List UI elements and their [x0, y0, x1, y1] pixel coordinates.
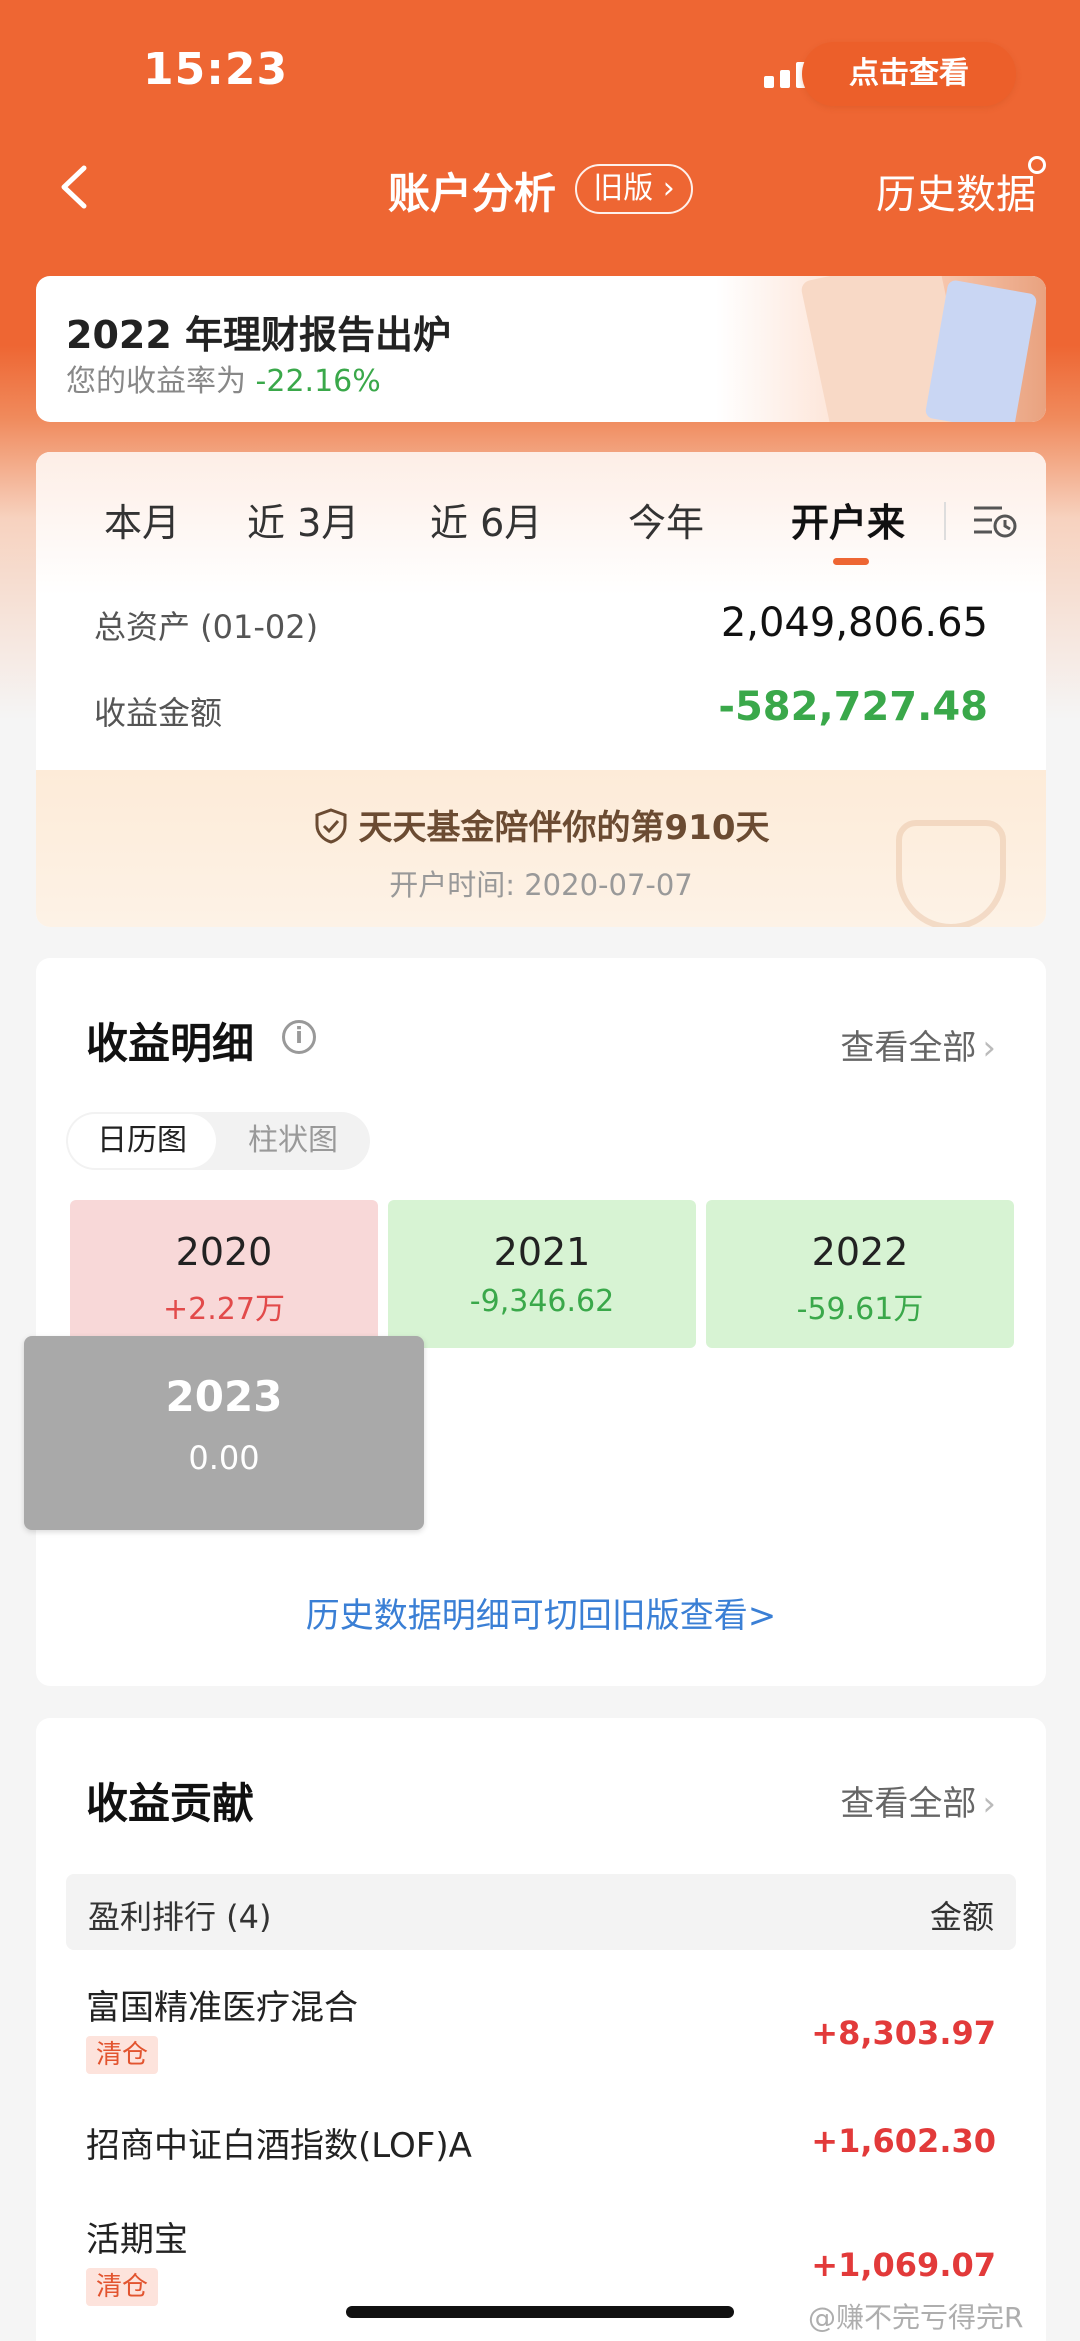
home-indicator[interactable] — [346, 2306, 734, 2318]
income-label: 收益金额 — [94, 694, 223, 732]
contribution-see-all[interactable]: 查看全部 › — [840, 1776, 996, 1825]
year-cell-2021[interactable]: 2021 -9,346.62 — [388, 1200, 696, 1348]
open-time: 开户时间: 2020-07-07 — [389, 868, 693, 902]
ranking-header: 盈利排行 (4) 金额 — [66, 1874, 1016, 1950]
report-banner[interactable]: 2022 年理财报告出炉 您的收益率为 -22.16% — [36, 276, 1046, 422]
banner-illustration — [716, 276, 1046, 422]
profit-ranking-label: 盈利排行 (4) — [88, 1898, 272, 1936]
amount-column-label: 金额 — [929, 1898, 994, 1936]
active-tab-indicator — [833, 558, 869, 565]
view-report-button[interactable]: 点击查看 — [802, 42, 1016, 106]
bar-view-button[interactable]: 柱状图 — [218, 1114, 368, 1168]
watermark: @赚不完亏得完R — [808, 2301, 1024, 2334]
fund-row[interactable]: 富国精准医疗混合 清仓 +8,303.97 — [36, 1980, 1046, 2090]
shield-check-icon — [313, 807, 349, 845]
info-icon[interactable]: i — [282, 1020, 316, 1054]
total-assets-label: 总资产 (01-02) — [94, 608, 319, 646]
income-detail-section: 收益明细 i 查看全部 › 日历图 柱状图 2020 +2.27万 2021 -9… — [24, 958, 1046, 1686]
accompany-text: 天天基金陪伴你的第910天 — [358, 808, 770, 848]
period-tabs: 本月 近 3月 近 6月 今年 开户来 — [36, 492, 1046, 572]
calendar-view-button[interactable]: 日历图 — [68, 1114, 216, 1168]
fund-name: 招商中证白酒指数(LOF)A — [86, 2126, 472, 2166]
fund-amount: +1,602.30 — [811, 2122, 996, 2160]
tab-this-year[interactable]: 今年 — [628, 492, 704, 547]
year-cell-2022[interactable]: 2022 -59.61万 — [706, 1200, 1014, 1348]
fund-row[interactable]: 招商中证白酒指数(LOF)A +1,602.30 — [36, 2118, 1046, 2198]
year-cell-2020[interactable]: 2020 +2.27万 — [70, 1200, 378, 1348]
account-analysis-page: 15:23 4G 账户分析 旧版 › 历史数据 2022 年理财报告出炉 您的收… — [0, 0, 1080, 2341]
fund-name: 富国精准医疗混合 — [86, 1988, 358, 2028]
banner-title: 2022 年理财报告出炉 — [66, 313, 451, 357]
status-time: 15:23 — [143, 44, 289, 95]
income-contribution-section: 收益贡献 查看全部 › 盈利排行 (4) 金额 富国精准医疗混合 清仓 +8,30… — [36, 1718, 1046, 2341]
income-detail-see-all[interactable]: 查看全部 › — [840, 1020, 996, 1069]
tab-6-months[interactable]: 近 6月 — [430, 492, 542, 547]
fund-amount: +8,303.97 — [811, 2014, 996, 2052]
tab-3-months[interactable]: 近 3月 — [247, 492, 359, 547]
history-data-button[interactable]: 历史数据 — [876, 162, 1036, 220]
accompany-panel: 天天基金陪伴你的第910天 开户时间: 2020-07-07 — [36, 770, 1046, 927]
tab-this-month[interactable]: 本月 — [104, 492, 180, 547]
fund-amount: +1,069.07 — [811, 2246, 996, 2284]
account-summary-card: 本月 近 3月 近 6月 今年 开户来 总资产 (01-02) 2,049,80… — [36, 452, 1046, 927]
year-cell-2023-selected[interactable]: 2023 0.00 — [24, 1336, 424, 1530]
page-title: 账户分析 — [388, 169, 557, 218]
chart-type-toggle: 日历图 柱状图 — [66, 1112, 370, 1170]
cleared-tag: 清仓 — [86, 2268, 159, 2306]
banner-subtitle: 您的收益率为 -22.16% — [66, 364, 381, 399]
back-icon[interactable] — [56, 162, 96, 212]
income-value: -582,727.48 — [718, 684, 988, 730]
return-rate: -22.16% — [255, 364, 381, 399]
contribution-title: 收益贡献 — [86, 1779, 255, 1828]
total-assets-value: 2,049,806.65 — [720, 600, 988, 646]
old-version-button[interactable]: 旧版 › — [575, 164, 693, 214]
fund-name: 活期宝 — [86, 2220, 188, 2260]
cleared-tag: 清仓 — [86, 2036, 159, 2074]
switch-old-version-link[interactable]: 历史数据明细可切回旧版查看> — [36, 1588, 1046, 1637]
notification-dot — [1028, 156, 1046, 174]
income-detail-title: 收益明细 — [86, 1019, 255, 1068]
custom-period-icon[interactable] — [972, 502, 1018, 540]
tab-since-opening[interactable]: 开户来 — [791, 492, 905, 547]
